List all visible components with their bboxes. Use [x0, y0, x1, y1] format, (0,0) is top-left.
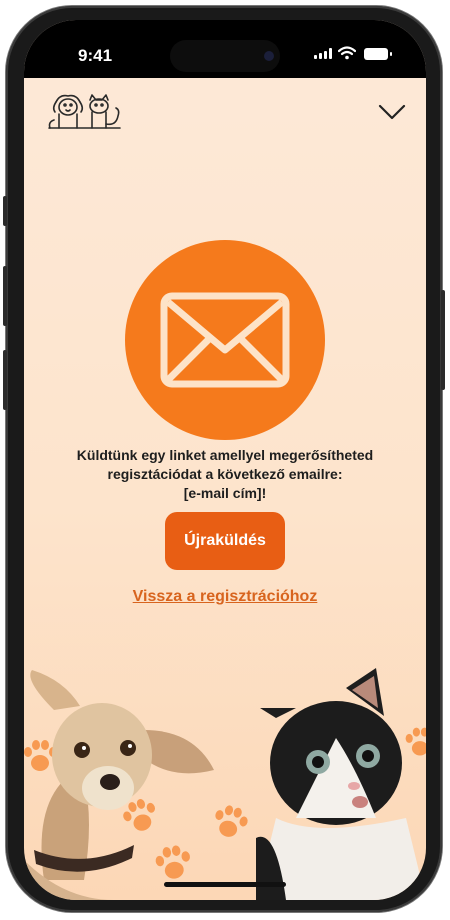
cat-illustration — [256, 668, 426, 900]
envelope-icon — [160, 292, 290, 388]
dog-illustration — [24, 670, 214, 900]
back-to-registration-link[interactable]: Vissza a regisztrációhoz — [24, 588, 426, 606]
battery-icon — [364, 48, 392, 60]
signal-icon — [314, 48, 332, 59]
screen: 9:41 Küldtünk egy linket amellyel megerő… — [24, 20, 426, 900]
home-indicator — [164, 882, 286, 887]
side-button — [441, 290, 445, 390]
wifi-icon — [338, 46, 356, 60]
camera-icon — [264, 51, 274, 61]
side-button — [3, 196, 7, 226]
status-bar: 9:41 — [24, 20, 426, 78]
chevron-down-icon[interactable] — [378, 104, 406, 120]
message-line: Küldtünk egy linket amellyel megerősíthe… — [76, 447, 374, 463]
side-button — [3, 350, 7, 410]
status-time: 9:41 — [78, 46, 113, 65]
mail-sent-badge — [125, 240, 325, 440]
message-line: [e-mail cím]! — [183, 485, 267, 501]
dog-cat-logo-icon — [48, 94, 121, 129]
message-line: regisztációdat a következő emailre: — [107, 466, 343, 482]
confirmation-message: Küldtünk egy linket amellyel megerősíthe… — [54, 446, 396, 503]
resend-button[interactable]: Újraküldés — [165, 512, 285, 570]
side-button — [3, 266, 7, 326]
